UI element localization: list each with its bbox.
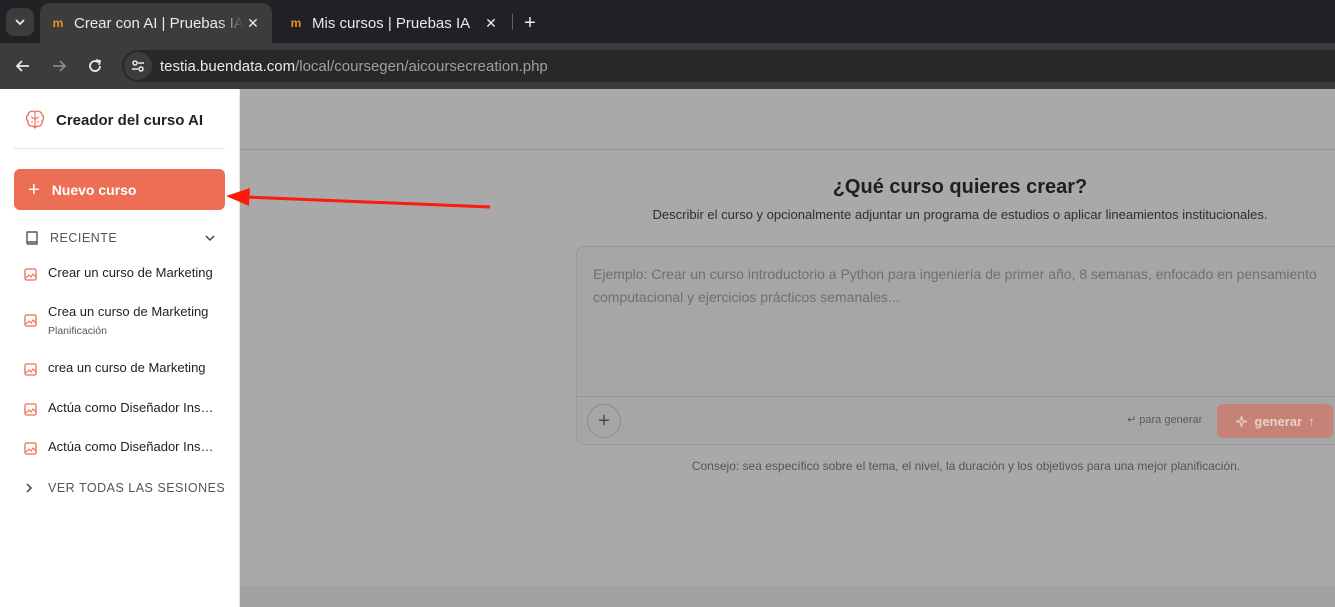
attach-button[interactable]: + (587, 404, 621, 438)
session-status: Planificación (48, 325, 107, 337)
arrow-up-icon: ↑ (1308, 413, 1315, 429)
browser-tab-active[interactable]: m Crear con AI | Pruebas IA ✕ (40, 3, 272, 43)
image-icon (24, 314, 37, 327)
sidebar-divider (14, 148, 225, 149)
session-item[interactable]: Actúa como Diseñador Instruccional (24, 400, 224, 416)
generate-label: generar (1254, 413, 1303, 429)
recent-section-toggle[interactable]: RECIENTE (24, 230, 216, 246)
session-title: Actúa como Diseñador Instruccional (48, 439, 216, 454)
plus-icon: + (28, 178, 40, 201)
session-title: crea un curso de Marketing (48, 360, 206, 375)
reload-button[interactable] (82, 53, 108, 79)
chevron-right-icon (26, 483, 33, 493)
moodle-favicon-icon: m (290, 16, 302, 30)
session-item[interactable]: crea un curso de Marketing (24, 360, 224, 376)
site-settings-icon[interactable] (124, 52, 152, 80)
composer-divider (577, 396, 1335, 397)
page-subtitle: Describir el curso y opcionalmente adjun… (652, 207, 1268, 222)
sparkle-icon (1236, 415, 1248, 427)
session-item[interactable]: Crear un curso de Marketing (24, 265, 224, 281)
brain-icon (25, 110, 45, 129)
recent-label: RECIENTE (50, 231, 118, 245)
chevron-down-icon (15, 19, 25, 26)
header-divider (240, 149, 1335, 150)
enter-hint: ↵ para generar (1127, 414, 1203, 426)
browser-tab[interactable]: m Mis cursos | Pruebas IA ✕ (278, 3, 510, 43)
session-title: Crea un curso de Marketing (48, 304, 209, 319)
chevron-down-icon (205, 235, 215, 242)
url-host: testia.buendata.com (160, 57, 296, 75)
moodle-favicon-icon: m (52, 16, 64, 30)
session-item[interactable]: Crea un curso de Marketing Planificación (24, 304, 224, 337)
page-footer (240, 586, 1335, 607)
see-all-label: VER TODAS LAS SESIONES (48, 481, 226, 495)
close-icon[interactable]: ✕ (244, 14, 262, 32)
new-tab-button[interactable]: + (518, 11, 542, 35)
image-icon (24, 268, 37, 281)
tip-text: Consejo: sea específico sobre el tema, e… (691, 459, 1241, 473)
arrow-left-icon (15, 60, 29, 72)
see-all-sessions-link[interactable]: VER TODAS LAS SESIONES (24, 481, 225, 495)
image-icon (24, 403, 37, 416)
tab-search-button[interactable] (6, 8, 34, 36)
sidebar: Creador del curso AI + Nuevo curso RECIE… (0, 89, 240, 607)
new-course-label: Nuevo curso (51, 181, 137, 198)
browser-tab-strip: m Crear con AI | Pruebas IA ✕ m Mis curs… (0, 0, 1335, 43)
url-path: /local/coursegen/aicoursecreation.php (295, 57, 548, 75)
plus-icon: + (598, 409, 610, 432)
tab-title: Mis cursos | Pruebas IA (312, 14, 471, 32)
address-bar[interactable]: testia.buendata.com/local/coursegen/aico… (122, 50, 1335, 82)
tab-separator (512, 14, 513, 30)
new-course-button[interactable]: + Nuevo curso (14, 169, 225, 210)
close-icon[interactable]: ✕ (482, 14, 500, 32)
back-button[interactable] (10, 53, 36, 79)
generate-button[interactable]: generar ↑ (1217, 404, 1333, 438)
image-icon (24, 363, 37, 376)
prompt-textarea[interactable]: Ejemplo: Crear un curso introductorio a … (593, 263, 1333, 309)
arrow-right-icon (53, 60, 67, 72)
browser-toolbar: testia.buendata.com/local/coursegen/aico… (0, 43, 1335, 89)
prompt-composer: Ejemplo: Crear un curso introductorio a … (576, 246, 1335, 445)
url-text: testia.buendata.com/local/coursegen/aico… (160, 58, 548, 75)
session-item[interactable]: Actúa como Diseñador Instruccional (24, 439, 224, 455)
reload-icon (89, 59, 102, 72)
session-title: Crear un curso de Marketing (48, 265, 213, 280)
forward-button[interactable] (46, 53, 72, 79)
page-title: ¿Qué curso quieres crear? (832, 176, 1088, 198)
image-icon (24, 442, 37, 455)
book-icon (26, 231, 38, 245)
sidebar-brand: Creador del curso AI (24, 109, 203, 131)
session-title: Actúa como Diseñador Instruccional (48, 400, 216, 415)
sidebar-title: Creador del curso AI (56, 111, 203, 129)
tab-title: Crear con AI | Pruebas IA (74, 14, 244, 32)
